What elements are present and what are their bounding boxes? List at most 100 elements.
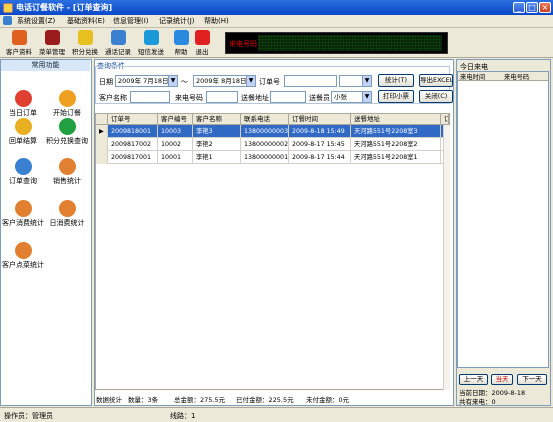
sidebar-item-dish-stats[interactable]: 客户点菜统计 — [1, 242, 45, 270]
minimize-icon[interactable]: _ — [513, 2, 525, 13]
sidebar-item-settlement[interactable]: 回单结算 — [1, 118, 45, 146]
order-no-select[interactable]: ▼ — [339, 75, 372, 87]
table-cell[interactable]: 2009818001 — [108, 125, 158, 138]
table-cell[interactable]: 13800000002 — [241, 138, 289, 151]
column-header[interactable]: 联系电话 — [241, 114, 289, 125]
date-label: 日期 — [99, 78, 113, 86]
customer-name-input[interactable] — [130, 91, 170, 103]
table-cell[interactable]: 2009-8-17 15:44 — [289, 151, 351, 164]
column-header[interactable]: 订餐时间 — [289, 114, 351, 125]
total-calls: 共有来电：0 — [459, 398, 496, 406]
column-header[interactable]: 客户编号 — [158, 114, 193, 125]
stats-bar: 数据统计 数量：3条 总金额：275.5元 已付金额：225.5元 未付金额：0… — [96, 394, 451, 404]
table-cell[interactable]: 2009817002 — [108, 138, 158, 151]
caller-number-input[interactable] — [206, 91, 238, 103]
table-cell[interactable]: 13800000001 — [241, 151, 289, 164]
stats-count: 数量：3条 — [128, 396, 159, 404]
toolbar-button-points-exchange[interactable]: 积分兑换 — [70, 29, 100, 57]
menu-record-stats[interactable]: 记录统计(J) — [159, 16, 195, 26]
sidebar-item-order-search[interactable]: 订单查询 — [1, 158, 45, 186]
table-cell[interactable]: 2009-8-17 15:45 — [289, 138, 351, 151]
row-selector[interactable] — [96, 151, 108, 164]
menu-basic-data[interactable]: 基础资料(E) — [67, 16, 105, 26]
sidebar-item-customer-stats[interactable]: 客户消费统计 — [1, 200, 45, 228]
row-selector[interactable] — [96, 138, 108, 151]
menu-system-settings[interactable]: 系统设置(Z) — [17, 16, 55, 26]
sidebar-item-label: 订单查询 — [9, 177, 37, 185]
maximize-icon[interactable]: □ — [526, 2, 538, 13]
courier-select[interactable]: 小张 ▼ — [331, 91, 372, 103]
column-header[interactable]: 送餐地址 — [351, 114, 441, 125]
table-cell[interactable]: 天河路551号2208室2 — [351, 138, 441, 151]
table-cell[interactable]: 天河路551号2208室3 — [351, 125, 441, 138]
status-bar: 操作员：管理员 线路：1 — [0, 407, 553, 422]
next-day-button[interactable]: 下一天 — [517, 374, 547, 385]
table-cell[interactable]: 10002 — [158, 138, 193, 151]
toolbar-button-menu-book[interactable]: 菜单管理 — [37, 29, 67, 57]
points-exchange-icon — [77, 30, 93, 45]
close-button[interactable]: 关闭(C) — [419, 90, 453, 103]
sidebar-item-label: 回单结算 — [9, 137, 37, 145]
sidebar-item-sales-stats[interactable]: 销售统计 — [45, 158, 89, 186]
toolbar-label: 退出 — [195, 48, 209, 56]
sidebar-item-points-query[interactable]: 积分兑换查询 — [45, 118, 89, 146]
caller-number-label: 来电号码 — [175, 94, 203, 102]
export-excel-button[interactable]: 导出EXCEL — [419, 74, 453, 87]
table-cell[interactable]: 李艳3 — [193, 125, 241, 138]
table-cell[interactable]: 李艳2 — [193, 138, 241, 151]
order-no-input[interactable] — [284, 75, 337, 87]
vertical-scrollbar[interactable] — [443, 125, 450, 390]
chevron-down-icon[interactable]: ▼ — [362, 92, 371, 102]
sidebar-item-label: 开始订餐 — [53, 109, 81, 117]
table-cell[interactable]: 2009817001 — [108, 151, 158, 164]
column-header[interactable]: 客户名称 — [193, 114, 241, 125]
menu-info-management[interactable]: 信息管理(I) — [113, 16, 149, 26]
table-header: 订单号客户编号客户名称联系电话订餐时间送餐地址订( — [96, 114, 449, 125]
customer-icon — [11, 30, 27, 45]
sidebar-item-label: 客户消费统计 — [2, 219, 44, 227]
prev-day-button[interactable]: 上一天 — [459, 374, 488, 385]
address-input[interactable] — [270, 91, 306, 103]
sales-stats-icon — [58, 158, 76, 175]
table-cell[interactable]: 李艳1 — [193, 151, 241, 164]
status-line: 线路：1 — [170, 412, 196, 420]
chevron-down-icon[interactable]: ▼ — [168, 76, 177, 86]
print-receipt-button[interactable]: 打印小票 — [378, 90, 414, 103]
table-row[interactable]: ▶ 2009818001 10003 李艳3 13800000003 2009-8-18 … — [96, 125, 449, 138]
toolbar-button-call-record[interactable]: 通话记录 — [103, 29, 133, 57]
calls-list — [457, 71, 549, 368]
date-to-picker[interactable]: 2009年 8月18日 ▼ — [193, 75, 256, 87]
today-button[interactable]: 当天 — [491, 374, 513, 385]
menu-bar: 系统设置(Z) 基础资料(E) 信息管理(I) 记录统计(J) 帮助(H) — [0, 15, 553, 28]
chevron-down-icon[interactable]: ▼ — [246, 76, 255, 86]
menu-help[interactable]: 帮助(H) — [204, 16, 229, 26]
date-from-picker[interactable]: 2009年 7月18日 ▼ — [115, 75, 178, 87]
order-search-icon — [14, 158, 32, 175]
column-header[interactable]: 订( — [441, 114, 449, 125]
sidebar-item-daily-stats[interactable]: 日消费统计 — [45, 200, 89, 228]
table-cell[interactable]: 天河路551号2208室1 — [351, 151, 441, 164]
row-selector[interactable]: ▶ — [96, 125, 108, 138]
app-icon — [3, 3, 13, 13]
table-cell[interactable]: 13800000003 — [241, 125, 289, 138]
courier-label: 送餐员 — [309, 94, 330, 102]
chevron-down-icon[interactable]: ▼ — [362, 76, 371, 86]
column-header[interactable]: 订单号 — [108, 114, 158, 125]
calls-list-header: 来电时间 来电号码 — [458, 72, 548, 81]
table-cell[interactable]: 10003 — [158, 125, 193, 138]
table-cell[interactable]: 10001 — [158, 151, 193, 164]
sidebar-item-label: 销售统计 — [53, 177, 81, 185]
sms-icon — [143, 30, 159, 45]
close-icon[interactable]: × — [539, 2, 551, 13]
table-row[interactable]: 2009817002 10002 李艳2 13800000002 2009-8-17 1… — [96, 138, 449, 151]
toolbar-button-customer[interactable]: 客户资料 — [4, 29, 34, 57]
sidebar-item-today-orders[interactable]: 当日订单 — [1, 90, 45, 118]
table-row[interactable]: 2009817001 10001 李艳1 13800000001 2009-8-17 1… — [96, 151, 449, 164]
toolbar-button-sms[interactable]: 短信发送 — [136, 29, 166, 57]
toolbar-button-exit[interactable]: 退出 — [187, 29, 217, 57]
sidebar-item-start-order[interactable]: 开始订餐 — [45, 90, 89, 118]
customer-name-label: 客户名称 — [99, 94, 127, 102]
stats-button[interactable]: 统计(T) — [378, 74, 414, 87]
table-cell[interactable]: 2009-8-18 15:49 — [289, 125, 351, 138]
caller-id-display — [258, 35, 442, 51]
